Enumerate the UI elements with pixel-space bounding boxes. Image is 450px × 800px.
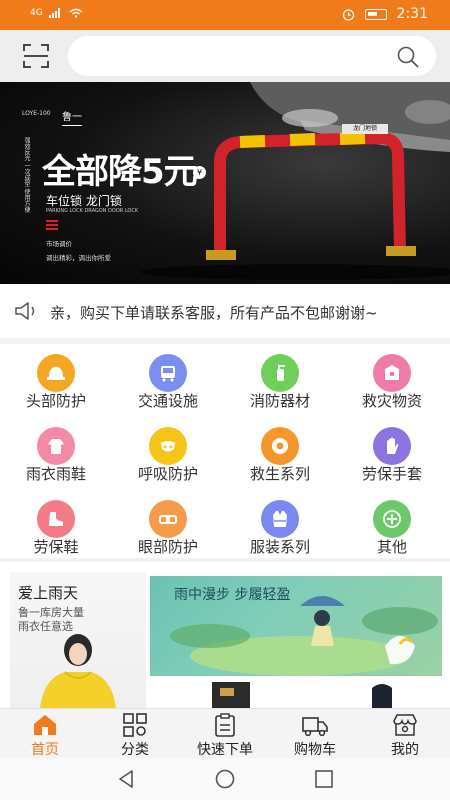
category-label: 消防器材 xyxy=(249,392,310,410)
category-label: 交通设施 xyxy=(137,392,198,410)
battery-icon xyxy=(364,8,387,20)
tab-label: 购物车 xyxy=(294,742,336,758)
banner-vertical-text: 强效反光 一次成型 使用方便 xyxy=(23,137,30,213)
extinguisher-icon xyxy=(261,354,299,392)
banner-brand: 鲁一 xyxy=(62,108,82,126)
status-left: 4G xyxy=(30,8,83,18)
promo-left-title: 爱上雨天 xyxy=(18,584,79,602)
bus-icon xyxy=(149,354,187,392)
category-respiratory[interactable]: 呼吸防护 xyxy=(112,421,224,491)
promo-rain-walk-card[interactable]: 雨中漫步 步履轻盈 xyxy=(150,576,442,676)
speaker-icon xyxy=(15,302,35,320)
promo-raincoat-card[interactable]: 爱上雨天 鲁一库房大量 雨衣任意选 xyxy=(10,572,146,708)
promo-section: 爱上雨天 鲁一库房大量 雨衣任意选 雨中漫步 步履轻盈 xyxy=(0,562,450,708)
product-thumbs-image xyxy=(212,682,392,708)
grid-icon xyxy=(123,713,147,737)
tab-label: 我的 xyxy=(391,742,419,758)
scan-button[interactable] xyxy=(22,43,50,69)
promo-product-strip[interactable] xyxy=(150,678,442,708)
alarm-icon xyxy=(342,8,354,21)
category-label: 眼部防护 xyxy=(137,538,198,556)
search-header xyxy=(0,30,450,82)
back-icon[interactable] xyxy=(115,768,137,790)
home-nav-icon[interactable] xyxy=(214,768,236,790)
recents-icon[interactable] xyxy=(313,768,335,790)
category-label: 雨衣雨鞋 xyxy=(25,465,86,483)
banner-currency-mark: ¥ xyxy=(193,166,206,179)
category-label: 呼吸防护 xyxy=(137,465,198,483)
vest-icon xyxy=(261,500,299,538)
banner-plate: 龙门地锁 xyxy=(342,124,388,134)
category-grid: 头部防护 交通设施 消防器材 救灾物资 雨衣雨鞋 呼吸防护 救生系列 劳保手套 … xyxy=(0,344,450,558)
wifi-icon xyxy=(69,8,83,18)
tab-label: 首页 xyxy=(31,742,59,758)
shoe-icon xyxy=(37,500,75,538)
tab-quick-order[interactable]: 快速下单 xyxy=(180,709,270,759)
banner-red-lines xyxy=(46,220,58,232)
category-label: 服装系列 xyxy=(249,538,310,556)
tab-category[interactable]: 分类 xyxy=(90,709,180,759)
network-label: 4G xyxy=(30,8,43,18)
category-relief[interactable]: 救灾物资 xyxy=(336,348,448,418)
category-eye[interactable]: 眼部防护 xyxy=(112,494,224,564)
category-label: 救生系列 xyxy=(249,465,310,483)
raincoat-icon xyxy=(37,427,75,465)
box-icon xyxy=(373,354,411,392)
system-nav-bar xyxy=(0,758,450,800)
category-traffic[interactable]: 交通设施 xyxy=(112,348,224,418)
category-label: 头部防护 xyxy=(25,392,86,410)
category-label: 劳保鞋 xyxy=(33,538,79,556)
banner-subtitle: 车位锁 龙门锁 xyxy=(46,194,122,208)
plus-icon xyxy=(373,500,411,538)
mask-icon xyxy=(149,427,187,465)
promo-banner[interactable]: LOYE-100 鲁一 强效反光 一次成型 使用方便 全部降5元 ¥ 车位锁 龙… xyxy=(0,82,450,284)
home-icon xyxy=(34,715,56,735)
status-right: 2:31 xyxy=(342,6,428,22)
status-bar: 4G 2:31 xyxy=(0,0,450,30)
category-helmet[interactable]: 头部防护 xyxy=(0,348,112,418)
category-shoes[interactable]: 劳保鞋 xyxy=(0,494,112,564)
tab-label: 快速下单 xyxy=(197,742,253,758)
banner-market-line1: 市场调价 xyxy=(46,240,72,248)
notice-text: 亲，购买下单请联系客服，所有产品不包邮谢谢~ xyxy=(50,304,378,322)
category-fire[interactable]: 消防器材 xyxy=(224,348,336,418)
lifebuoy-icon xyxy=(261,427,299,465)
store-icon xyxy=(393,714,417,736)
helmet-icon xyxy=(37,354,75,392)
tab-cart[interactable]: 购物车 xyxy=(270,709,360,759)
glove-icon xyxy=(373,427,411,465)
tab-home[interactable]: 首页 xyxy=(0,709,90,759)
banner-headline: 全部降5元 xyxy=(42,152,198,192)
clipboard-icon xyxy=(215,713,235,737)
bottom-tab-bar: 首页 分类 快速下单 购物车 我的 xyxy=(0,708,450,758)
category-gloves[interactable]: 劳保手套 xyxy=(336,421,448,491)
notice-bar[interactable]: 亲，购买下单请联系客服，所有产品不包邮谢谢~ xyxy=(0,284,450,338)
category-raincoat[interactable]: 雨衣雨鞋 xyxy=(0,421,112,491)
signal-icon xyxy=(48,8,60,18)
category-label: 其他 xyxy=(376,538,407,556)
search-icon[interactable] xyxy=(396,45,420,69)
banner-subtitle-en: PARKING LOCK DRAGON DOOR LOCK xyxy=(46,208,139,214)
goggles-icon xyxy=(149,500,187,538)
status-time: 2:31 xyxy=(396,6,428,22)
category-label: 救灾物资 xyxy=(361,392,422,410)
banner-model: LOYE-100 xyxy=(22,110,51,117)
tab-label: 分类 xyxy=(121,742,149,758)
scan-icon xyxy=(23,44,49,68)
category-label: 劳保手套 xyxy=(361,465,422,483)
truck-icon xyxy=(302,717,328,737)
category-clothing[interactable]: 服装系列 xyxy=(224,494,336,564)
promo-right-title: 雨中漫步 步履轻盈 xyxy=(174,587,291,603)
tab-profile[interactable]: 我的 xyxy=(360,709,450,759)
model-raincoat-image xyxy=(40,634,116,708)
banner-market-line2: 调出精彩，调出你所爱 xyxy=(46,254,111,262)
app-screen: 4G 2:31 LOYE-100 鲁一 强效反光 一次成型 使用方便 全部降5元… xyxy=(0,0,450,800)
category-lifesaving[interactable]: 救生系列 xyxy=(224,421,336,491)
search-input[interactable] xyxy=(68,36,436,76)
category-other[interactable]: 其他 xyxy=(336,494,448,564)
